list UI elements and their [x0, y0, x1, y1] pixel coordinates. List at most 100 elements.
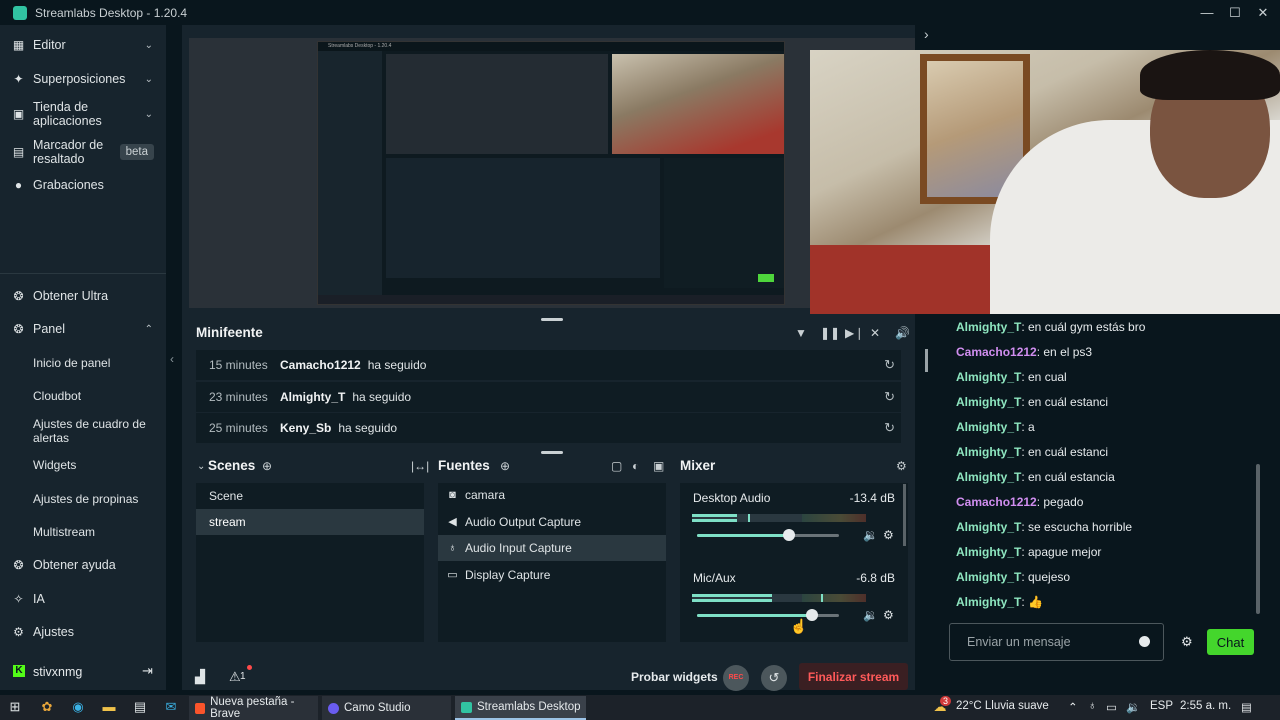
chat-send-button[interactable]: Chat — [1207, 629, 1254, 655]
channel-settings-icon[interactable]: ⚙ — [883, 608, 894, 622]
chat-username[interactable]: Almighty_T — [956, 470, 1021, 484]
volume-icon[interactable]: 🔊 — [895, 326, 910, 340]
mixer-scrollbar[interactable] — [903, 484, 906, 546]
chat-username[interactable]: Almighty_T — [956, 545, 1021, 559]
pause-icon[interactable]: ❚❚ — [820, 326, 840, 340]
sidebar-item-help[interactable]: ❂ Obtener ayuda — [0, 558, 166, 572]
stream-preview[interactable]: Streamlabs Desktop - 1.20.4 — [189, 38, 915, 308]
sidebar-item-ultra[interactable]: ❂ Obtener Ultra — [0, 289, 166, 303]
volume-slider[interactable] — [697, 529, 839, 541]
resize-handle[interactable] — [541, 451, 563, 454]
scene-item[interactable]: stream — [196, 509, 424, 535]
scene-item[interactable]: Scene — [196, 483, 424, 509]
sidebar-item-editor[interactable]: ▦ Editor ⌄ — [0, 38, 166, 52]
chat-username[interactable]: Almighty_T — [956, 395, 1021, 409]
chat-username[interactable]: Almighty_T — [956, 520, 1021, 534]
edge-icon[interactable]: ◉ — [70, 699, 86, 715]
sidebar-item-ai[interactable]: ✧ IA — [0, 592, 166, 606]
chevron-down-icon[interactable]: ⌄ — [145, 74, 153, 85]
taskbar-task[interactable]: Nueva pestaña - Brave — [189, 696, 318, 720]
minimize-button[interactable]: — — [1200, 5, 1214, 20]
chat-username[interactable]: Almighty_T — [956, 370, 1021, 384]
mute-alerts-icon[interactable]: ✕ — [870, 326, 880, 340]
chevron-down-icon[interactable]: ⌄ — [145, 109, 153, 120]
skip-icon[interactable]: ▶❘ — [845, 326, 864, 340]
chat-username[interactable]: Camacho1212 — [956, 345, 1037, 359]
sidebar-item-app-store[interactable]: ▣ Tienda de aplicaciones ⌄ — [0, 99, 166, 129]
chat-username[interactable]: Almighty_T — [956, 320, 1021, 334]
sidebar-item-recordings[interactable]: ● Grabaciones — [0, 178, 166, 192]
clock[interactable]: 2:55 a. m. — [1180, 700, 1231, 712]
app-icon[interactable]: ✉ — [163, 699, 179, 715]
chat-scrollbar[interactable] — [1256, 464, 1260, 614]
chat-settings-icon[interactable]: ⚙ — [1181, 634, 1193, 650]
test-widgets-button[interactable]: Probar widgets — [631, 670, 718, 684]
chat-input-box — [949, 623, 1164, 661]
chevron-up-icon[interactable]: ⌃ — [145, 324, 153, 335]
sidebar-sub-alertbox[interactable]: Ajustes de cuadro de alertas — [33, 417, 158, 445]
expand-chat-icon[interactable]: › — [924, 26, 929, 42]
sidebar-item-highlighter[interactable]: ▤ Marcador de resaltado beta — [0, 137, 166, 167]
store-icon[interactable]: ▤ — [132, 699, 148, 715]
source-layout-icon[interactable]: ▢ — [611, 459, 622, 473]
chat-username[interactable]: Almighty_T — [956, 420, 1021, 434]
mute-icon[interactable]: 🔉 — [863, 528, 878, 542]
chat-username[interactable]: Almighty_T — [956, 445, 1021, 459]
notifications-icon[interactable]: ⚠ — [229, 669, 241, 685]
collapse-sidebar-icon[interactable]: ‹ — [170, 352, 174, 366]
close-button[interactable]: ✕ — [1256, 5, 1270, 21]
mixer-settings-icon[interactable]: ⚙ — [896, 459, 907, 473]
replay-buffer-button[interactable]: ↺ — [761, 665, 787, 691]
channel-settings-icon[interactable]: ⚙ — [883, 528, 894, 542]
add-source-icon[interactable]: ⊕ — [500, 459, 510, 473]
chevron-down-icon[interactable]: ⌄ — [197, 461, 205, 472]
source-item[interactable]: ♁ Audio Input Capture — [438, 535, 666, 561]
sidebar-sub-cloudbot[interactable]: Cloudbot — [33, 389, 158, 403]
replay-icon[interactable]: ↻ — [884, 357, 895, 373]
performance-stats-icon[interactable]: ▟ — [195, 669, 205, 685]
chevron-up-icon[interactable]: ⌃ — [1068, 700, 1078, 714]
sidebar-sub-widgets[interactable]: Widgets — [33, 458, 158, 472]
source-folder-icon[interactable]: ▣ — [653, 459, 664, 473]
source-item[interactable]: ◙ camara — [438, 482, 666, 508]
chevron-down-icon[interactable]: ⌄ — [145, 40, 153, 51]
replay-icon[interactable]: ↻ — [884, 420, 895, 436]
chat-username[interactable]: Camacho1212 — [956, 495, 1037, 509]
replay-icon[interactable]: ↻ — [884, 389, 895, 405]
sidebar-item-settings[interactable]: ⚙ Ajustes — [0, 625, 166, 639]
scene-transition-icon[interactable]: |↔| — [411, 459, 429, 473]
filter-icon[interactable]: ▼ — [795, 326, 807, 340]
sidebar-item-panel[interactable]: ❂ Panel ⌃ — [0, 322, 166, 336]
sidebar-item-overlays[interactable]: ✦ Superposiciones ⌄ — [0, 72, 166, 86]
sidebar-sub-dashboard[interactable]: Inicio de panel — [33, 356, 158, 370]
sidebar-sub-multistream[interactable]: Multistream — [33, 525, 158, 539]
chat-username[interactable]: Almighty_T — [956, 595, 1021, 609]
windows-start-icon[interactable]: ⊞ — [7, 699, 23, 715]
file-explorer-icon[interactable]: ▬ — [101, 699, 117, 715]
volume-icon[interactable]: 🔉 — [1126, 700, 1140, 714]
app-icon[interactable]: ✿ — [39, 699, 55, 715]
resize-handle[interactable] — [541, 318, 563, 321]
language-indicator[interactable]: ESP — [1150, 700, 1173, 712]
taskbar-task[interactable]: Camo Studio — [322, 696, 451, 720]
chat-username[interactable]: Almighty_T — [956, 570, 1021, 584]
mute-icon[interactable]: 🔉 — [863, 608, 878, 622]
maximize-button[interactable]: ☐ — [1228, 5, 1242, 21]
chat-message: Almighty_T: en cuál estancia — [956, 470, 1115, 484]
weather-text[interactable]: 22°C Lluvia suave — [956, 700, 1049, 712]
volume-slider[interactable] — [697, 609, 839, 621]
source-hide-icon[interactable]: ◐ — [632, 459, 639, 473]
source-item[interactable]: ▭ Display Capture — [438, 562, 666, 588]
sidebar-sub-tips[interactable]: Ajustes de propinas — [33, 492, 158, 506]
taskbar-task[interactable]: Streamlabs Desktop — [455, 696, 586, 720]
record-button[interactable]: REC — [723, 665, 749, 691]
add-scene-icon[interactable]: ⊕ — [262, 459, 272, 473]
end-stream-button[interactable]: Finalizar stream — [799, 663, 908, 690]
mixer-channel-name: Desktop Audio — [693, 491, 771, 505]
logout-icon[interactable]: ⇥ — [142, 663, 153, 679]
feed-scrollbar[interactable] — [925, 349, 928, 372]
emoji-icon[interactable] — [1139, 636, 1150, 647]
source-item[interactable]: ◀ Audio Output Capture — [438, 509, 666, 535]
chat-message-input[interactable] — [950, 624, 1130, 660]
notification-center-icon[interactable]: ▤ — [1241, 700, 1252, 714]
